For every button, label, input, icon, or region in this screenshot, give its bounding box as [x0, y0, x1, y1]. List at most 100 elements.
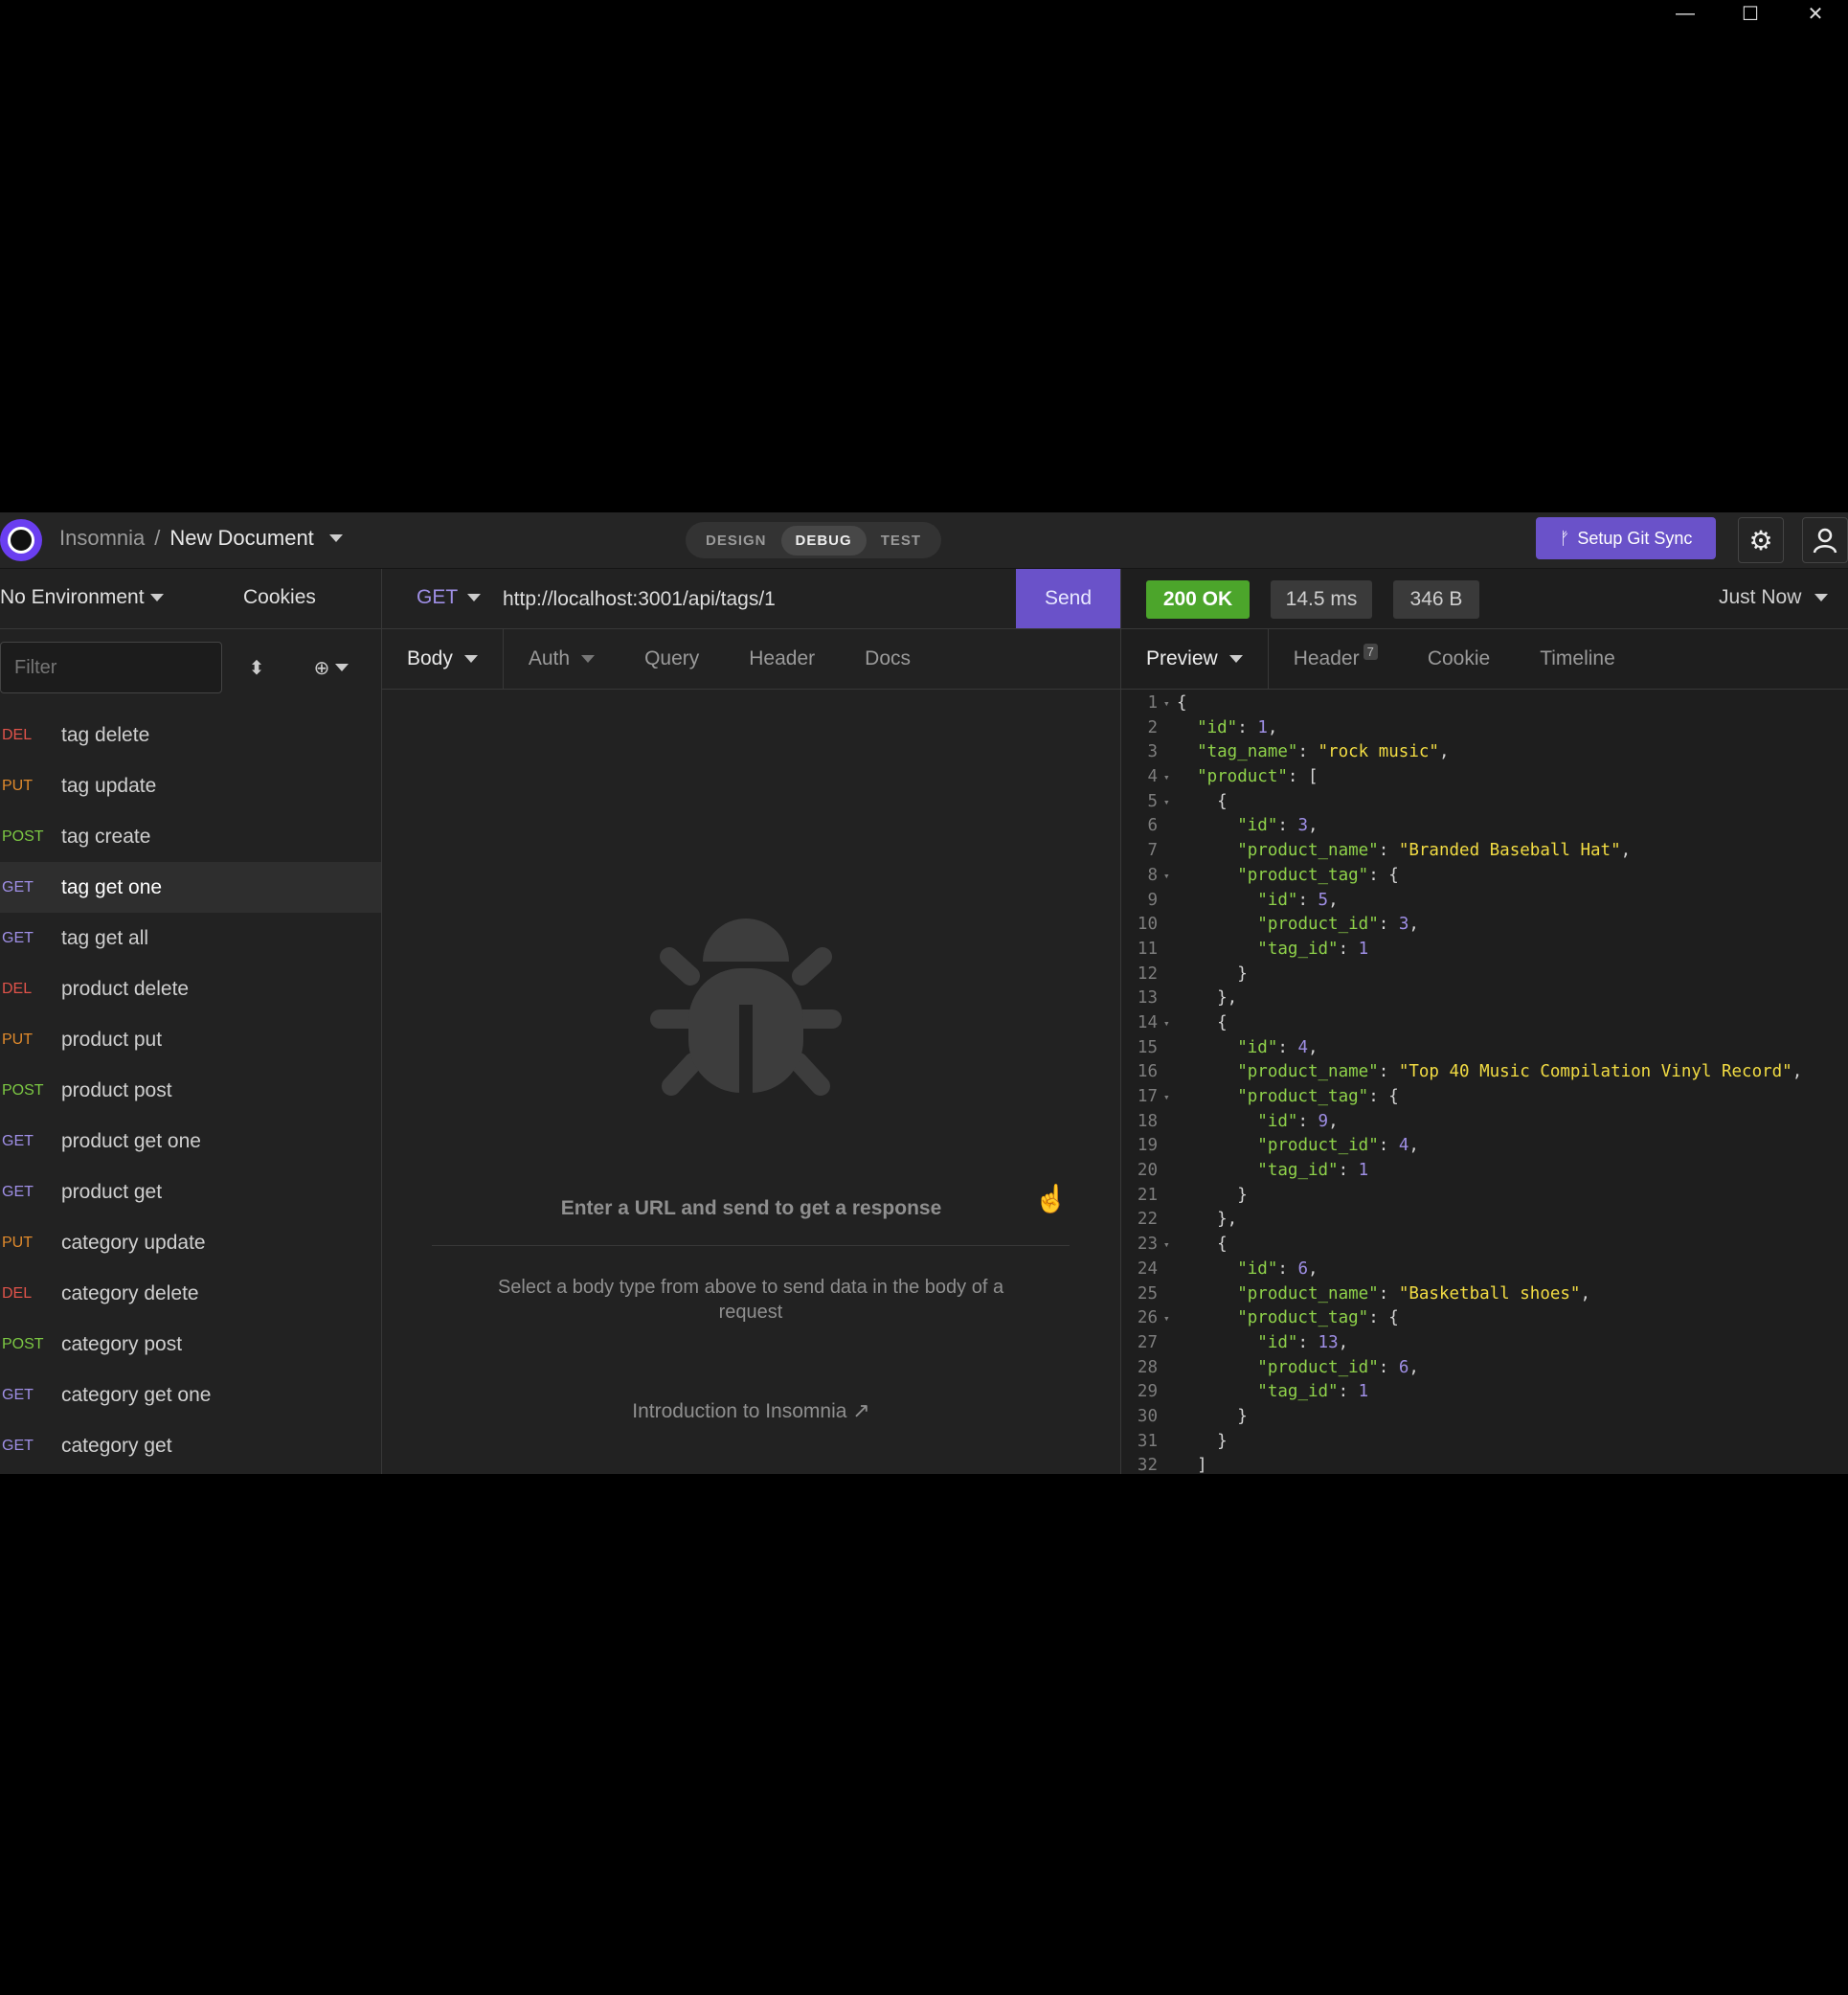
code-line: 22 },: [1121, 1208, 1848, 1233]
fold-toggle-icon: [1163, 1405, 1177, 1430]
tab-header[interactable]: Header: [724, 629, 840, 689]
setup-git-sync-button[interactable]: ᚠ Setup Git Sync: [1536, 517, 1716, 559]
request-name: tag get all: [61, 926, 149, 949]
code-text: "product_name": "Top 40 Music Compilatio…: [1237, 1062, 1803, 1082]
request-item[interactable]: PUT product put: [0, 1014, 381, 1065]
request-item[interactable]: DEL tag delete: [0, 710, 381, 760]
cookies-button[interactable]: Cookies: [243, 586, 316, 609]
bug-icon: [650, 918, 842, 1096]
response-pane: 200 OK 14.5 ms 346 B Just Now Preview He…: [1121, 569, 1848, 1474]
tab-preview[interactable]: Preview: [1121, 629, 1269, 689]
method-dropdown[interactable]: GET: [417, 586, 482, 609]
chevron-down-icon: [1814, 594, 1829, 601]
mode-test[interactable]: TEST: [867, 526, 935, 555]
line-number: 23: [1137, 1235, 1158, 1255]
method-badge: PUT: [2, 1031, 33, 1048]
fold-toggle-icon: [1163, 1258, 1177, 1282]
line-number: 29: [1137, 1382, 1158, 1402]
code-line: 32 ]: [1121, 1454, 1848, 1474]
request-item[interactable]: DEL product delete: [0, 963, 381, 1014]
breadcrumb-document[interactable]: New Document: [169, 526, 313, 551]
settings-gear-icon[interactable]: ⚙: [1738, 517, 1784, 563]
tab-body[interactable]: Body: [382, 629, 504, 689]
line-number: 8: [1147, 865, 1158, 885]
request-item[interactable]: GET tag get one: [0, 862, 381, 913]
code-text: "tag_id": 1: [1257, 1161, 1369, 1181]
fold-toggle-icon: [1163, 740, 1177, 765]
request-item[interactable]: POST category post: [0, 1319, 381, 1370]
tab-auth[interactable]: Auth: [504, 629, 620, 689]
request-name: product get one: [61, 1129, 201, 1152]
fold-toggle-icon: [1163, 1430, 1177, 1455]
fold-toggle-icon: [1163, 814, 1177, 839]
line-number: 28: [1137, 1357, 1158, 1377]
code-text: }: [1177, 963, 1248, 984]
request-name: product get: [61, 1180, 163, 1203]
request-item[interactable]: GET product get one: [0, 1116, 381, 1167]
maximize-button[interactable]: ☐: [1718, 0, 1783, 27]
environment-dropdown[interactable]: No Environment: [0, 586, 164, 609]
code-text: "id": 6,: [1237, 1258, 1318, 1279]
code-text: "id": 5,: [1257, 890, 1339, 910]
request-item[interactable]: GET tag get all: [0, 913, 381, 963]
request-item[interactable]: GET category get one: [0, 1370, 381, 1420]
code-line: 2 "id": 1,: [1121, 716, 1848, 741]
tab-docs[interactable]: Docs: [840, 629, 935, 689]
fold-toggle-icon: [1163, 1454, 1177, 1474]
request-item[interactable]: GET category get: [0, 1420, 381, 1471]
chevron-down-icon: [463, 655, 478, 663]
request-item[interactable]: PUT category update: [0, 1217, 381, 1268]
request-name: category delete: [61, 1281, 199, 1304]
mode-design[interactable]: DESIGN: [691, 526, 781, 555]
response-time-badge: 14.5 ms: [1271, 580, 1372, 619]
breadcrumb: Insomnia / New Document: [59, 526, 343, 551]
breadcrumb-app[interactable]: Insomnia: [59, 526, 145, 551]
send-button[interactable]: Send: [1016, 569, 1120, 628]
fold-toggle-icon: ▾: [1163, 1238, 1170, 1252]
tab-query[interactable]: Query: [620, 629, 724, 689]
request-item[interactable]: DEL category delete: [0, 1268, 381, 1319]
minimize-button[interactable]: —: [1653, 0, 1718, 27]
filter-input[interactable]: [0, 642, 222, 693]
chevron-down-icon[interactable]: [328, 534, 343, 542]
code-line: 9 "id": 5,: [1121, 889, 1848, 914]
sort-icon[interactable]: ⬍: [241, 651, 272, 684]
mode-debug[interactable]: DEBUG: [780, 525, 867, 555]
code-line: 19 "product_id": 4,: [1121, 1134, 1848, 1159]
request-item[interactable]: PUT tag update: [0, 760, 381, 811]
code-text: "tag_id": 1: [1257, 939, 1369, 959]
request-item[interactable]: POST product post: [0, 1065, 381, 1116]
line-number: 22: [1137, 1210, 1158, 1230]
request-name: category post: [61, 1332, 183, 1355]
method-badge: DEL: [2, 726, 33, 743]
code-text: "product_name": "Basketball shoes",: [1237, 1283, 1591, 1304]
line-number: 25: [1137, 1283, 1158, 1304]
mode-switch: DESIGN DEBUG TEST: [686, 522, 942, 558]
response-json-viewer[interactable]: 1 ▾{2 "id": 1, 3 "tag_name": "rock music",…: [1121, 691, 1848, 1474]
history-dropdown[interactable]: Just Now: [1719, 586, 1829, 609]
request-name: category get: [61, 1434, 172, 1457]
code-line: 15 "id": 4,: [1121, 1036, 1848, 1061]
fold-toggle-icon: [1163, 938, 1177, 963]
code-text: "product_tag": {: [1237, 1308, 1399, 1328]
fold-toggle-icon: [1163, 1208, 1177, 1233]
url-input[interactable]: [501, 578, 1012, 621]
request-item[interactable]: GET product get: [0, 1167, 381, 1217]
close-button[interactable]: ✕: [1783, 0, 1848, 27]
fold-toggle-icon: [1163, 1380, 1177, 1405]
pointer-cursor-icon: ☝: [1034, 1184, 1068, 1213]
line-number: 4: [1147, 767, 1158, 787]
code-text: "id": 9,: [1257, 1111, 1339, 1131]
account-icon[interactable]: [1802, 517, 1848, 563]
code-text: "product_id": 3,: [1257, 915, 1419, 935]
method-badge: DEL: [2, 1284, 33, 1302]
tab-timeline[interactable]: Timeline: [1515, 629, 1640, 689]
tab-response-header[interactable]: Header 7: [1269, 629, 1403, 689]
fold-toggle-icon: [1163, 986, 1177, 1011]
tab-cookie[interactable]: Cookie: [1403, 629, 1515, 689]
introduction-link[interactable]: Introduction to Insomnia ↗: [382, 1398, 1120, 1423]
request-item[interactable]: POST tag create: [0, 811, 381, 862]
insomnia-logo-icon[interactable]: [0, 519, 42, 561]
method-badge: GET: [2, 929, 34, 946]
add-request-button[interactable]: ⊕: [308, 651, 354, 684]
